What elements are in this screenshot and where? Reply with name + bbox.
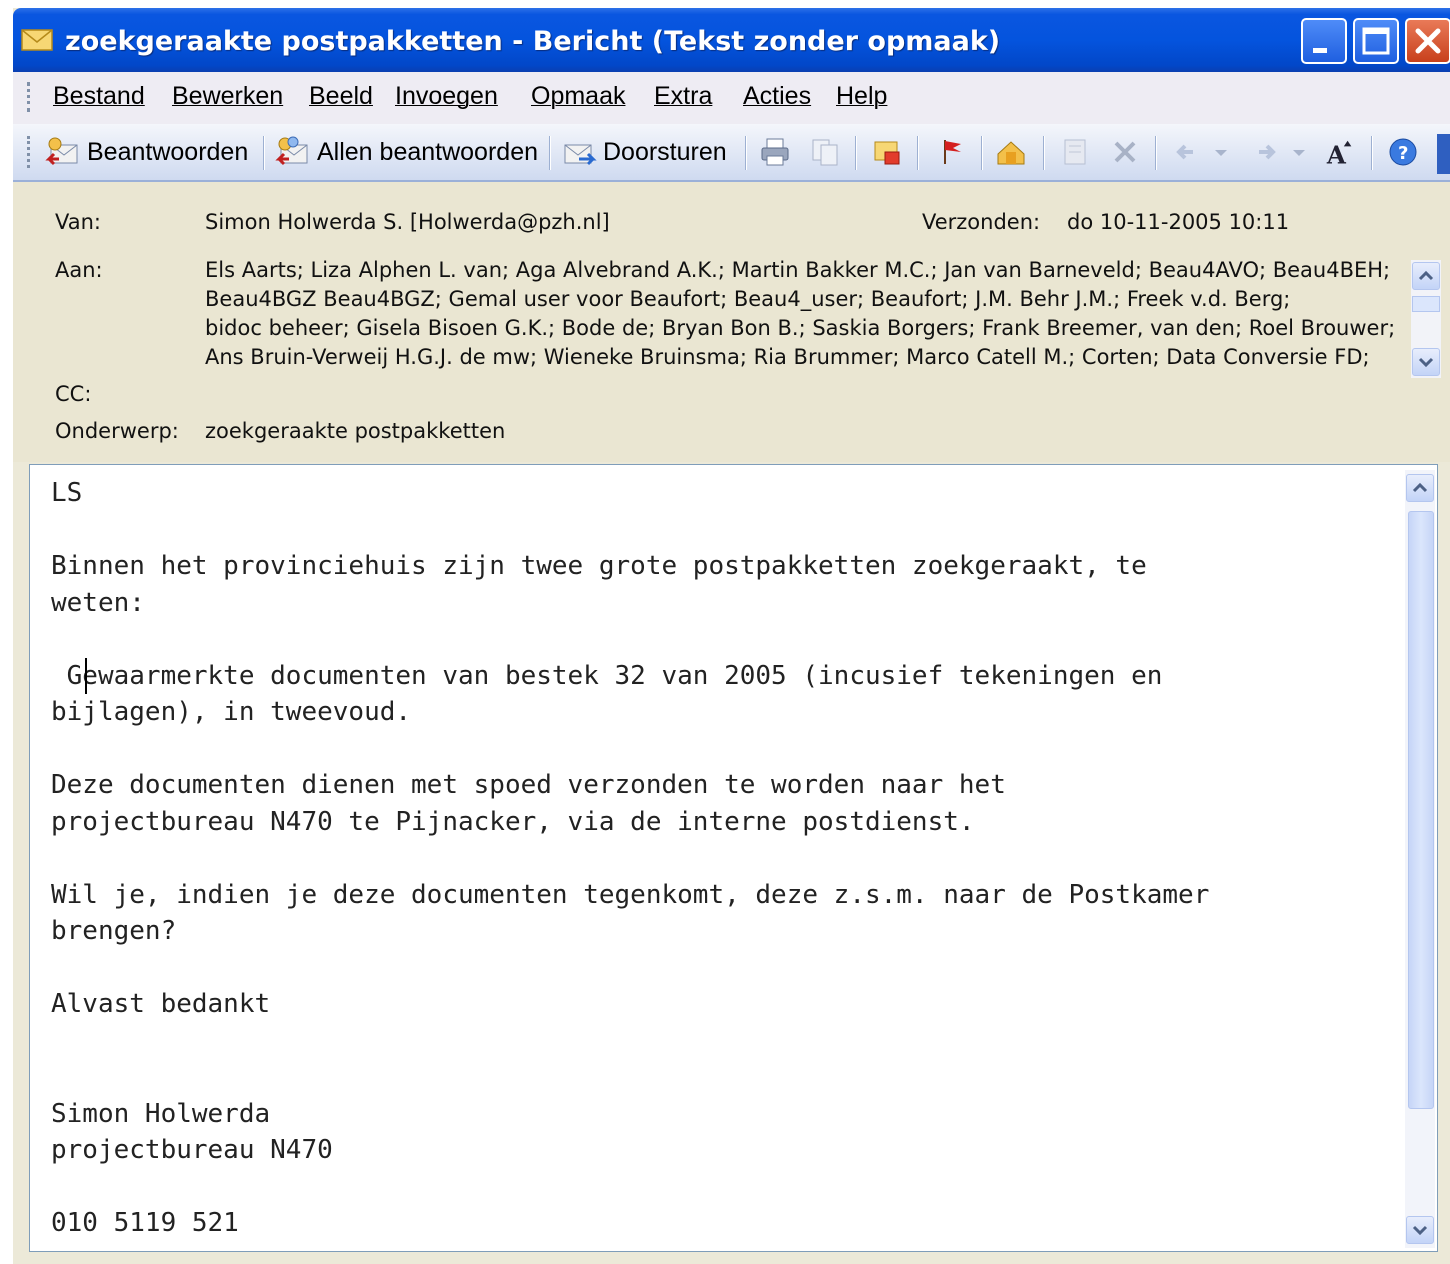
toolbar: Beantwoorden Allen beantwoorden Doorstur… bbox=[13, 124, 1450, 182]
minimize-button[interactable] bbox=[1301, 18, 1347, 64]
address-book-icon bbox=[997, 141, 1025, 165]
toolbar-separator bbox=[917, 136, 919, 170]
scroll-down-button[interactable] bbox=[1406, 1216, 1434, 1244]
forward-label: Doorsturen bbox=[603, 137, 727, 166]
copy-icon bbox=[812, 139, 838, 166]
minimize-icon bbox=[1313, 48, 1327, 53]
menu-bestand[interactable]: Bestand bbox=[53, 82, 145, 111]
reply-all-button[interactable]: Allen beantwoorden bbox=[275, 132, 538, 172]
window-title: zoekgeraakte postpakketten - Bericht (Te… bbox=[65, 26, 1001, 57]
scroll-thumb[interactable] bbox=[1412, 296, 1440, 312]
message-body[interactable]: LS Binnen het provinciehuis zijn twee gr… bbox=[29, 464, 1438, 1252]
chevron-up-icon bbox=[1412, 482, 1428, 493]
toolbar-separator bbox=[549, 136, 551, 170]
move-to-folder-icon bbox=[874, 141, 900, 165]
page-edge bbox=[0, 0, 13, 1264]
toolbar-separator bbox=[1371, 136, 1373, 170]
toolbar-separator bbox=[1043, 136, 1045, 170]
menu-beeld[interactable]: Beeld bbox=[309, 82, 373, 111]
close-button[interactable] bbox=[1405, 18, 1450, 64]
from-label: Van: bbox=[55, 210, 101, 234]
forward-icon bbox=[564, 144, 597, 166]
toolbar-overflow[interactable] bbox=[1437, 134, 1450, 174]
previous-dropdown[interactable] bbox=[1205, 136, 1237, 168]
print-icon bbox=[761, 138, 789, 166]
reply-icon bbox=[45, 137, 78, 166]
maximize-button[interactable] bbox=[1353, 18, 1399, 64]
help-button[interactable]: ? bbox=[1387, 136, 1419, 168]
to-recipients-line[interactable]: bidoc beheer; Gisela Bisoen G.K.; Bode d… bbox=[205, 316, 1395, 340]
archive-icon bbox=[1064, 139, 1086, 165]
menu-extra[interactable]: Extra bbox=[654, 82, 712, 111]
menu-help[interactable]: Help bbox=[836, 82, 887, 111]
scroll-down-button[interactable] bbox=[1412, 348, 1440, 376]
recipients-scrollbar[interactable] bbox=[1411, 260, 1441, 378]
reply-button[interactable]: Beantwoorden bbox=[45, 132, 248, 172]
maximize-icon bbox=[1362, 27, 1390, 55]
delete-icon bbox=[1114, 141, 1136, 163]
message-window: zoekgeraakte postpakketten - Bericht (Te… bbox=[13, 8, 1450, 1264]
toolbar-separator bbox=[855, 136, 857, 170]
title-bar[interactable]: zoekgeraakte postpakketten - Bericht (Te… bbox=[13, 8, 1450, 72]
menu-invoegen[interactable]: Invoegen bbox=[395, 82, 498, 111]
reply-all-label: Allen beantwoorden bbox=[317, 137, 538, 166]
print-button[interactable] bbox=[759, 136, 791, 168]
chevron-down-icon bbox=[1412, 1225, 1428, 1236]
copy-button[interactable] bbox=[809, 136, 841, 168]
menu-grip[interactable] bbox=[27, 82, 34, 112]
subject-value[interactable]: zoekgeraakte postpakketten bbox=[205, 419, 505, 443]
previous-item-button[interactable] bbox=[1171, 136, 1203, 168]
close-icon bbox=[1415, 28, 1441, 54]
menu-acties[interactable]: Acties bbox=[743, 82, 811, 111]
sent-value: do 10-11-2005 10:11 bbox=[1067, 210, 1290, 234]
help-icon: ? bbox=[1389, 138, 1417, 166]
to-recipients-line[interactable]: Ans Bruin-Verweij H.G.J. de mw; Wieneke … bbox=[205, 345, 1370, 369]
reply-label: Beantwoorden bbox=[87, 137, 249, 166]
previous-item-icon bbox=[1176, 144, 1193, 160]
scroll-up-button[interactable] bbox=[1406, 474, 1434, 502]
menu-bar: Bestand Bewerken Beeld Invoegen Opmaak E… bbox=[13, 72, 1450, 124]
svg-text:?: ? bbox=[1398, 143, 1408, 164]
to-recipients-line[interactable]: Beau4BGZ Beau4BGZ; Gemal user voor Beauf… bbox=[205, 287, 1290, 311]
flag-icon bbox=[944, 140, 961, 164]
menu-opmaak[interactable]: Opmaak bbox=[531, 82, 625, 111]
envelope-icon bbox=[21, 29, 53, 51]
next-dropdown[interactable] bbox=[1283, 136, 1315, 168]
message-header: Van: Simon Holwerda S. [Holwerda@pzh.nl]… bbox=[13, 182, 1450, 462]
cc-label: CC: bbox=[55, 382, 92, 406]
toolbar-separator bbox=[981, 136, 983, 170]
scroll-thumb[interactable] bbox=[1408, 511, 1434, 1109]
text-cursor bbox=[85, 658, 87, 694]
toolbar-separator bbox=[1155, 136, 1157, 170]
chevron-up-icon bbox=[1418, 270, 1434, 281]
forward-button[interactable]: Doorsturen bbox=[561, 132, 727, 172]
next-item-icon bbox=[1259, 144, 1276, 160]
from-value[interactable]: Simon Holwerda S. [Holwerda@pzh.nl] bbox=[205, 210, 610, 234]
subject-label: Onderwerp: bbox=[55, 419, 179, 443]
reply-all-icon bbox=[275, 136, 308, 166]
toolbar-grip[interactable] bbox=[27, 136, 34, 168]
flag-button[interactable] bbox=[935, 136, 967, 168]
delete-button[interactable] bbox=[1109, 136, 1141, 168]
toolbar-separator bbox=[745, 136, 747, 170]
chevron-down-icon bbox=[1293, 150, 1305, 156]
menu-bewerken[interactable]: Bewerken bbox=[172, 82, 283, 111]
svg-text:A: A bbox=[1326, 140, 1347, 168]
address-book-button[interactable] bbox=[995, 136, 1027, 168]
archive-button[interactable] bbox=[1059, 136, 1091, 168]
chevron-down-icon bbox=[1418, 357, 1434, 368]
sent-label: Verzonden: bbox=[922, 210, 1041, 234]
chevron-down-icon bbox=[1215, 150, 1227, 156]
font-size-icon: A bbox=[1326, 140, 1352, 168]
to-recipients-line[interactable]: Els Aarts; Liza Alphen L. van; Aga Alveb… bbox=[205, 258, 1390, 282]
message-body-text[interactable]: LS Binnen het provinciehuis zijn twee gr… bbox=[51, 475, 1209, 1242]
next-item-button[interactable] bbox=[1249, 136, 1281, 168]
font-size-button[interactable]: A bbox=[1325, 136, 1357, 168]
to-label: Aan: bbox=[55, 258, 103, 282]
scroll-up-button[interactable] bbox=[1412, 262, 1440, 290]
move-to-folder-button[interactable] bbox=[871, 136, 903, 168]
toolbar-separator bbox=[263, 136, 265, 170]
